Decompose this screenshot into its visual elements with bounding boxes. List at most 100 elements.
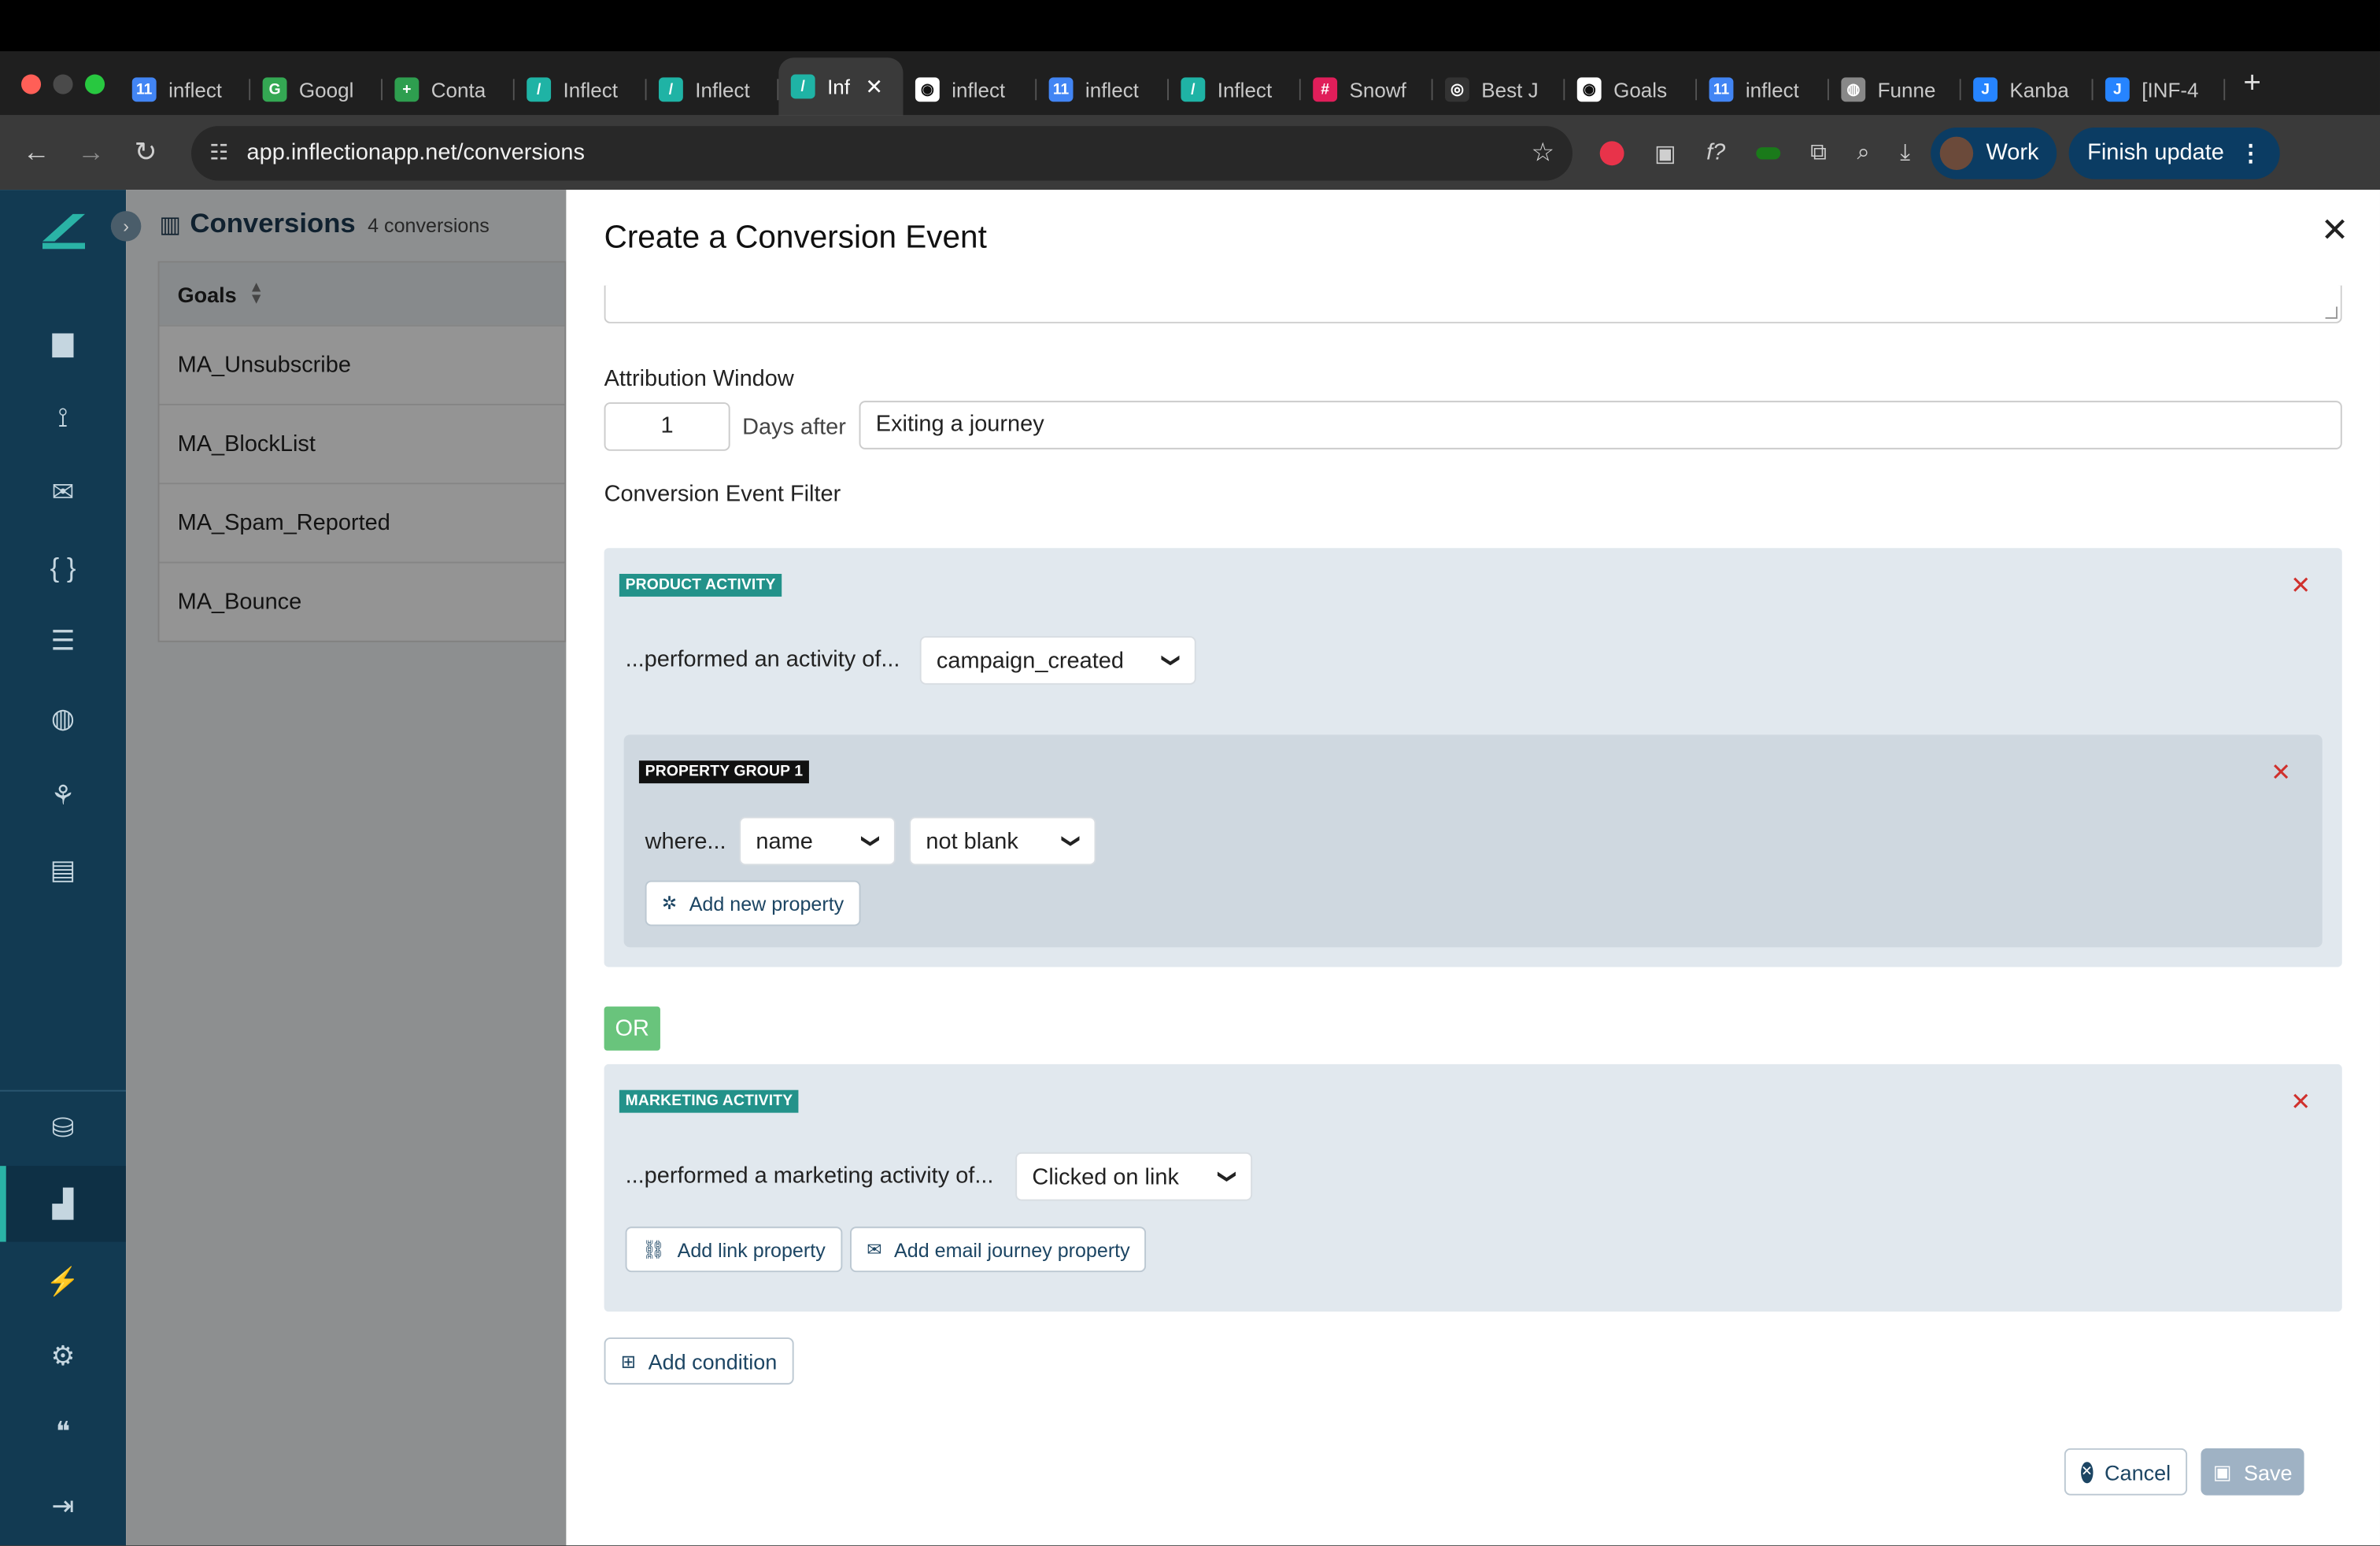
tab-title: Best J [1481, 78, 1539, 102]
browser-tab[interactable]: J [INF-4 [2093, 64, 2226, 116]
extension-icon[interactable] [1599, 140, 1624, 165]
minimize-window-button[interactable] [53, 73, 73, 94]
browser-tab[interactable]: / Inflect [515, 64, 647, 116]
browser-tab[interactable]: ◎ Best J [1433, 64, 1565, 116]
tab-search-icon[interactable]: ⌕ [1857, 139, 1869, 165]
globe-icon[interactable]: ◍ [0, 690, 126, 745]
browser-tab[interactable]: ◉ inflect [903, 64, 1037, 116]
property-group: PROPERTY GROUP 1 ✕ where... name ❯ not b… [623, 734, 2323, 948]
list-icon[interactable]: ☰ [0, 613, 126, 668]
tab-title: inflect [1085, 78, 1139, 102]
marketing-activity-select[interactable]: Clicked on link ❯ [1015, 1152, 1253, 1201]
add-condition-button[interactable]: ⊞ Add condition [604, 1337, 794, 1385]
browser-tab[interactable]: 11 inflect [120, 64, 251, 116]
webhook-icon[interactable]: ⚘ [0, 768, 126, 823]
tab-title: [INF-4 [2142, 78, 2199, 102]
download-icon[interactable]: ⤓ [1900, 139, 1910, 165]
close-icon[interactable]: ✕ [2321, 211, 2349, 250]
gear-icon[interactable]: ⚙ [0, 1328, 126, 1382]
cancel-label: Cancel [2105, 1459, 2171, 1485]
sidebar-collapse-button[interactable]: › [110, 211, 142, 242]
logout-icon[interactable]: ⇥ [0, 1478, 126, 1533]
profile-button[interactable]: Work [1931, 127, 2057, 179]
add-email-journey-property-button[interactable]: ✉ Add email journey property [849, 1226, 1147, 1273]
tab-favicon-icon: # [1313, 77, 1338, 102]
journey-icon[interactable]: ⟟ [0, 390, 126, 445]
remove-block-icon[interactable]: ✕ [2290, 571, 2311, 601]
tab-favicon-icon: ◎ [1444, 77, 1469, 102]
extension-icon[interactable]: ▣ [1654, 139, 1676, 166]
browser-tab[interactable]: / Inflect [1169, 64, 1301, 116]
browser-tab[interactable]: / Inf ✕ [778, 57, 904, 116]
browser-tab[interactable]: 11 inflect [1697, 64, 1829, 116]
new-tab-button[interactable]: + [2243, 66, 2261, 101]
browser-tab[interactable]: J Kanba [1961, 64, 2094, 116]
finish-update-button[interactable]: Finish update ⋮ [2069, 127, 2281, 179]
activity-select[interactable]: campaign_created ❯ [919, 636, 1196, 685]
browser-tab[interactable]: # Snowf [1301, 64, 1433, 116]
close-window-button[interactable] [20, 73, 42, 94]
activity-select-value: campaign_created [936, 647, 1124, 674]
tab-favicon-icon: / [527, 77, 552, 102]
avatar [1940, 135, 1975, 170]
bookmark-star-icon[interactable]: ☆ [1531, 138, 1554, 168]
mail-icon[interactable]: ✉ [0, 464, 126, 519]
tab-title: Inf [827, 75, 851, 98]
site-settings-icon[interactable]: ☷ [209, 139, 228, 165]
extension-icon[interactable] [1755, 146, 1780, 159]
puzzle-icon[interactable]: ⧉ [1810, 139, 1827, 165]
tab-title: inflect [168, 78, 223, 102]
browser-tab[interactable]: ◉ Goals [1565, 64, 1698, 116]
formula-extension-icon[interactable]: f? [1706, 139, 1725, 165]
activity-phrase: ...performed an activity of... [625, 646, 900, 673]
back-icon[interactable]: ← [9, 137, 64, 168]
tab-favicon-icon: / [1181, 77, 1206, 102]
property-select[interactable]: name ❯ [739, 816, 896, 866]
window-controls [20, 73, 105, 94]
plug-icon[interactable]: ⚡ [0, 1254, 126, 1308]
tab-title: Inflect [563, 78, 618, 102]
description-textarea[interactable] [604, 285, 2342, 324]
browser-tab[interactable]: 11 inflect [1037, 64, 1169, 116]
folder-icon[interactable]: ▆ [0, 314, 126, 368]
more-vert-icon: ⋮ [2239, 140, 2263, 167]
operator-select-value: not blank [926, 828, 1018, 854]
maximize-window-button[interactable] [84, 73, 105, 94]
browser-tab[interactable]: ◍ Funne [1829, 64, 1961, 116]
remove-block-icon[interactable]: ✕ [2290, 1087, 2311, 1118]
browser-tab[interactable]: G Googl [250, 64, 382, 116]
tab-favicon-icon: ◉ [1576, 77, 1602, 102]
tab-title: Goals [1613, 78, 1668, 102]
attribution-trigger-input[interactable]: Exiting a journey [859, 401, 2342, 449]
save-button[interactable]: ▣ Save [2201, 1448, 2304, 1496]
remove-group-icon[interactable]: ✕ [2271, 757, 2291, 788]
browser-tab[interactable]: + Conta [382, 64, 515, 116]
tab-favicon-icon: 11 [131, 77, 157, 102]
table-icon[interactable]: ▤ [0, 842, 126, 897]
add-condition-label: Add condition [648, 1348, 778, 1374]
tab-title: Funne [1877, 78, 1936, 102]
close-tab-icon[interactable]: ✕ [865, 74, 883, 100]
address-bar[interactable]: ☷ app.inflectionapp.net/conversions ☆ [190, 125, 1572, 180]
save-label: Save [2243, 1459, 2293, 1485]
sidebar-divider [0, 1089, 127, 1092]
attribution-days-input[interactable]: 1 [604, 402, 730, 451]
browser-tab[interactable]: / Inflect [647, 64, 779, 116]
cancel-button[interactable]: ✕ Cancel [2064, 1448, 2188, 1496]
product-activity-badge: PRODUCT ACTIVITY [619, 573, 782, 597]
finish-update-label: Finish update [2087, 139, 2224, 166]
chat-icon[interactable]: ❝ [0, 1404, 126, 1459]
app-logo[interactable] [39, 208, 88, 250]
analytics-icon[interactable]: ▟ [0, 1166, 127, 1242]
forward-icon[interactable]: → [64, 137, 118, 168]
database-icon[interactable]: ⛁ [0, 1100, 126, 1155]
reload-icon[interactable]: ↻ [118, 137, 172, 168]
tab-favicon-icon: / [658, 77, 683, 102]
operator-select[interactable]: not blank ❯ [909, 816, 1096, 866]
or-separator[interactable]: OR [604, 1006, 660, 1051]
property-group-badge: PROPERTY GROUP 1 [638, 760, 810, 784]
add-new-property-button[interactable]: ✲ Add new property [645, 880, 861, 926]
code-braces-icon[interactable]: { } [0, 541, 126, 595]
add-link-property-button[interactable]: ⛓ Add link property [625, 1226, 842, 1273]
profile-label: Work [1986, 139, 2039, 166]
